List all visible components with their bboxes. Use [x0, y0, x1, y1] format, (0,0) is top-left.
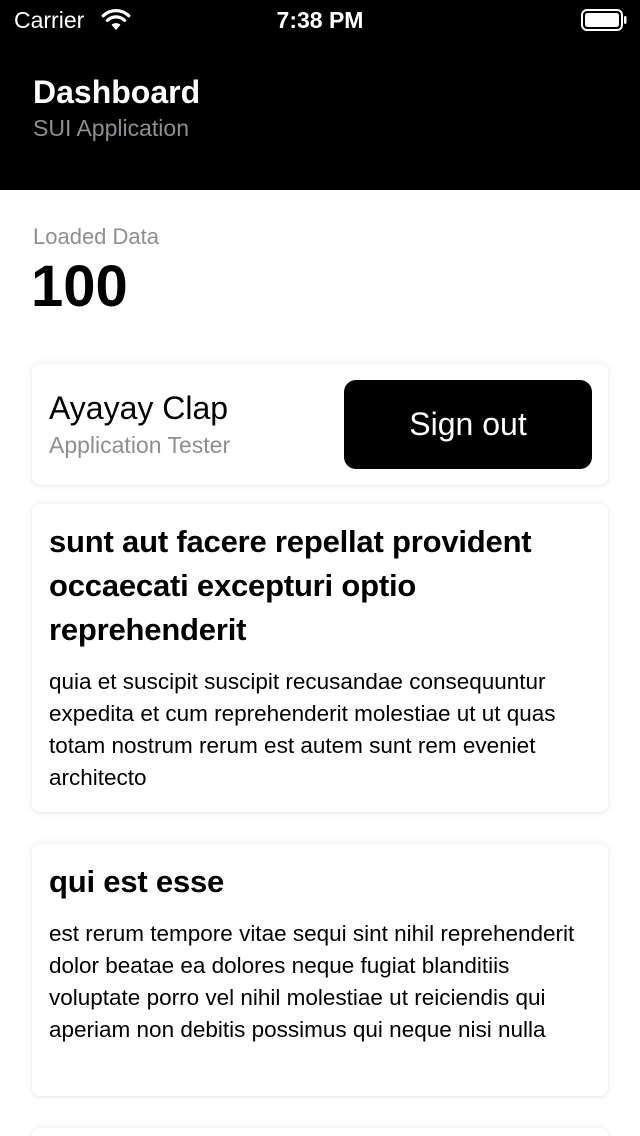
post-title: sunt aut facere repellat provident occae…	[49, 524, 532, 647]
loaded-data-label: Loaded Data	[33, 224, 159, 249]
user-name: Ayayay Clap	[49, 390, 229, 426]
sign-out-button[interactable]: Sign out	[344, 380, 592, 469]
status-time: 7:38 PM	[276, 7, 364, 33]
dashboard-screen: Carrier 7:38 PM Dashboard SUI Applicatio…	[0, 0, 640, 1136]
user-role: Application Tester	[49, 432, 231, 458]
post-body: est rerum tempore vitae sequi sint nihil…	[49, 921, 575, 1042]
battery-icon	[581, 9, 627, 31]
post-title: qui est esse	[49, 864, 225, 899]
post-body: quia et suscipit suscipit recusandae con…	[49, 669, 556, 790]
header-bar: Carrier 7:38 PM Dashboard SUI Applicatio…	[0, 0, 640, 190]
post-card[interactable]: qui est esse est rerum tempore vitae seq…	[32, 844, 608, 1096]
status-bar: Carrier 7:38 PM	[0, 0, 640, 40]
post-card[interactable]: sunt aut facere repellat provident occae…	[32, 504, 608, 812]
user-card: Ayayay Clap Application Tester Sign out	[32, 364, 608, 485]
loaded-data-value: 100	[31, 254, 128, 319]
page-title: Dashboard	[33, 74, 201, 110]
page-subtitle: SUI Application	[33, 115, 189, 141]
post-card[interactable]	[32, 1128, 608, 1136]
